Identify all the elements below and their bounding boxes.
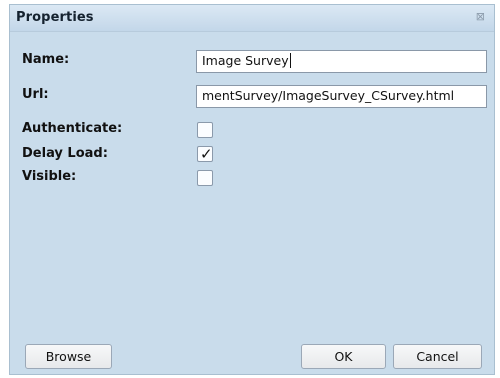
visible-label: Visible: bbox=[22, 169, 77, 184]
cancel-button[interactable]: Cancel bbox=[393, 344, 482, 369]
url-label: Url: bbox=[22, 87, 49, 102]
delay-load-checkbox[interactable]: ✓ bbox=[197, 145, 213, 163]
delay-load-label: Delay Load: bbox=[22, 146, 108, 161]
properties-dialog: Properties ⊠ Name: Image Survey Url: men… bbox=[9, 4, 495, 375]
text-cursor bbox=[289, 53, 291, 68]
visible-checkbox[interactable] bbox=[197, 170, 213, 186]
name-field[interactable]: Image Survey bbox=[196, 50, 487, 73]
name-label: Name: bbox=[22, 52, 70, 67]
ok-button[interactable]: OK bbox=[301, 344, 386, 369]
url-field-value: mentSurvey/ImageSurvey_CSurvey.html bbox=[202, 88, 455, 103]
checkmark-icon: ✓ bbox=[200, 145, 213, 163]
browse-button[interactable]: Browse bbox=[25, 344, 112, 369]
authenticate-checkbox[interactable] bbox=[197, 122, 213, 138]
authenticate-label: Authenticate: bbox=[22, 121, 123, 136]
properties-form: Name: Image Survey Url: mentSurvey/Image… bbox=[10, 5, 494, 374]
name-field-value: Image Survey bbox=[202, 53, 289, 68]
url-field[interactable]: mentSurvey/ImageSurvey_CSurvey.html bbox=[196, 85, 487, 108]
